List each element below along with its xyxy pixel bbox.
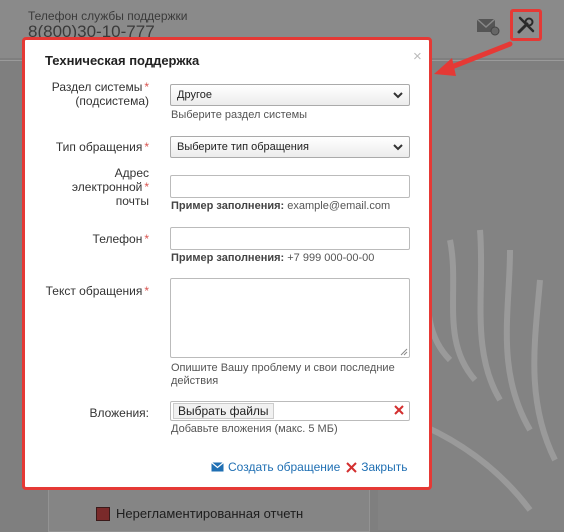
email-label-line2: электронной xyxy=(71,180,143,194)
email-hint-bold: Пример заполнения: xyxy=(171,200,285,212)
request-type-select-value: Выберите тип обращения xyxy=(177,141,309,153)
section-select[interactable]: Другое xyxy=(170,84,410,106)
request-type-label: Тип обращения * xyxy=(56,140,149,154)
chevron-down-icon xyxy=(393,144,403,151)
mail-settings-icon[interactable] xyxy=(476,16,500,36)
close-x-icon xyxy=(346,461,357,473)
request-type-select[interactable]: Выберите тип обращения xyxy=(170,136,410,158)
required-mark: * xyxy=(144,140,149,154)
section-label-line1: Раздел системы xyxy=(51,80,143,94)
envelope-icon xyxy=(211,462,224,472)
choose-files-button[interactable]: Выбрать файлы xyxy=(173,403,274,419)
close-icon[interactable]: × xyxy=(413,48,422,65)
required-mark: * xyxy=(144,180,149,194)
section-label-line2: (подсистема) xyxy=(75,94,149,108)
phone-hint-bold: Пример заполнения: xyxy=(171,252,285,264)
create-request-label: Создать обращение xyxy=(228,460,341,474)
phone-input[interactable] xyxy=(170,227,410,250)
attachments-hint: Добавьте вложения (макс. 5 МБ) xyxy=(171,423,338,435)
close-dialog-button[interactable]: Закрыть xyxy=(346,460,407,474)
dialog-title: Техническая поддержка xyxy=(45,53,200,68)
phone-label-text: Телефон xyxy=(92,232,143,246)
section-select-value: Другое xyxy=(177,89,212,101)
clear-attachments-icon[interactable] xyxy=(394,405,404,415)
report-menu-item: Нерегламентированная отчетн xyxy=(96,506,303,521)
report-menu-item-label: Нерегламентированная отчетн xyxy=(116,506,304,521)
chevron-down-icon xyxy=(393,92,403,99)
required-mark: * xyxy=(144,232,149,246)
phone-label: Телефон * xyxy=(93,232,149,246)
phone-hint: Пример заполнения: +7 999 000-00-00 xyxy=(171,252,374,265)
message-label-text: Текст обращения xyxy=(45,284,143,298)
message-label: Текст обращения * xyxy=(46,284,149,298)
message-hint: Опишите Вашу проблему и свои последние д… xyxy=(171,362,395,387)
required-mark: * xyxy=(144,284,149,298)
create-request-button[interactable]: Создать обращение xyxy=(211,460,340,474)
section-hint: Выберите раздел системы xyxy=(171,109,308,121)
wrench-screwdriver-icon xyxy=(517,16,535,34)
pointer-arrow xyxy=(434,41,513,76)
tech-support-dialog: Техническая поддержка × Раздел системы * … xyxy=(22,37,432,490)
dialog-actions: Создать обращение Закрыть xyxy=(211,460,407,474)
email-label-line1: Адрес xyxy=(114,166,149,180)
phone-hint-text: +7 999 000-00-00 xyxy=(287,252,375,264)
resize-handle-icon[interactable] xyxy=(400,348,408,356)
required-mark: * xyxy=(144,80,149,94)
attachments-field: Выбрать файлы xyxy=(170,401,410,421)
email-label: Адрес электронной * почты xyxy=(72,166,149,208)
section-label: Раздел системы * (подсистема) xyxy=(52,80,149,108)
request-type-label-text: Тип обращения xyxy=(55,140,143,154)
email-hint: Пример заполнения: example@email.com xyxy=(171,200,390,213)
message-textarea[interactable] xyxy=(170,278,410,358)
support-phone-label: Телефон службы поддержки xyxy=(28,9,188,23)
attachments-label: Вложения: xyxy=(89,406,149,420)
email-hint-text: example@email.com xyxy=(287,200,391,212)
email-input[interactable] xyxy=(170,175,410,198)
email-label-line3: почты xyxy=(115,194,149,208)
report-icon xyxy=(96,506,110,521)
close-dialog-label: Закрыть xyxy=(361,460,408,474)
